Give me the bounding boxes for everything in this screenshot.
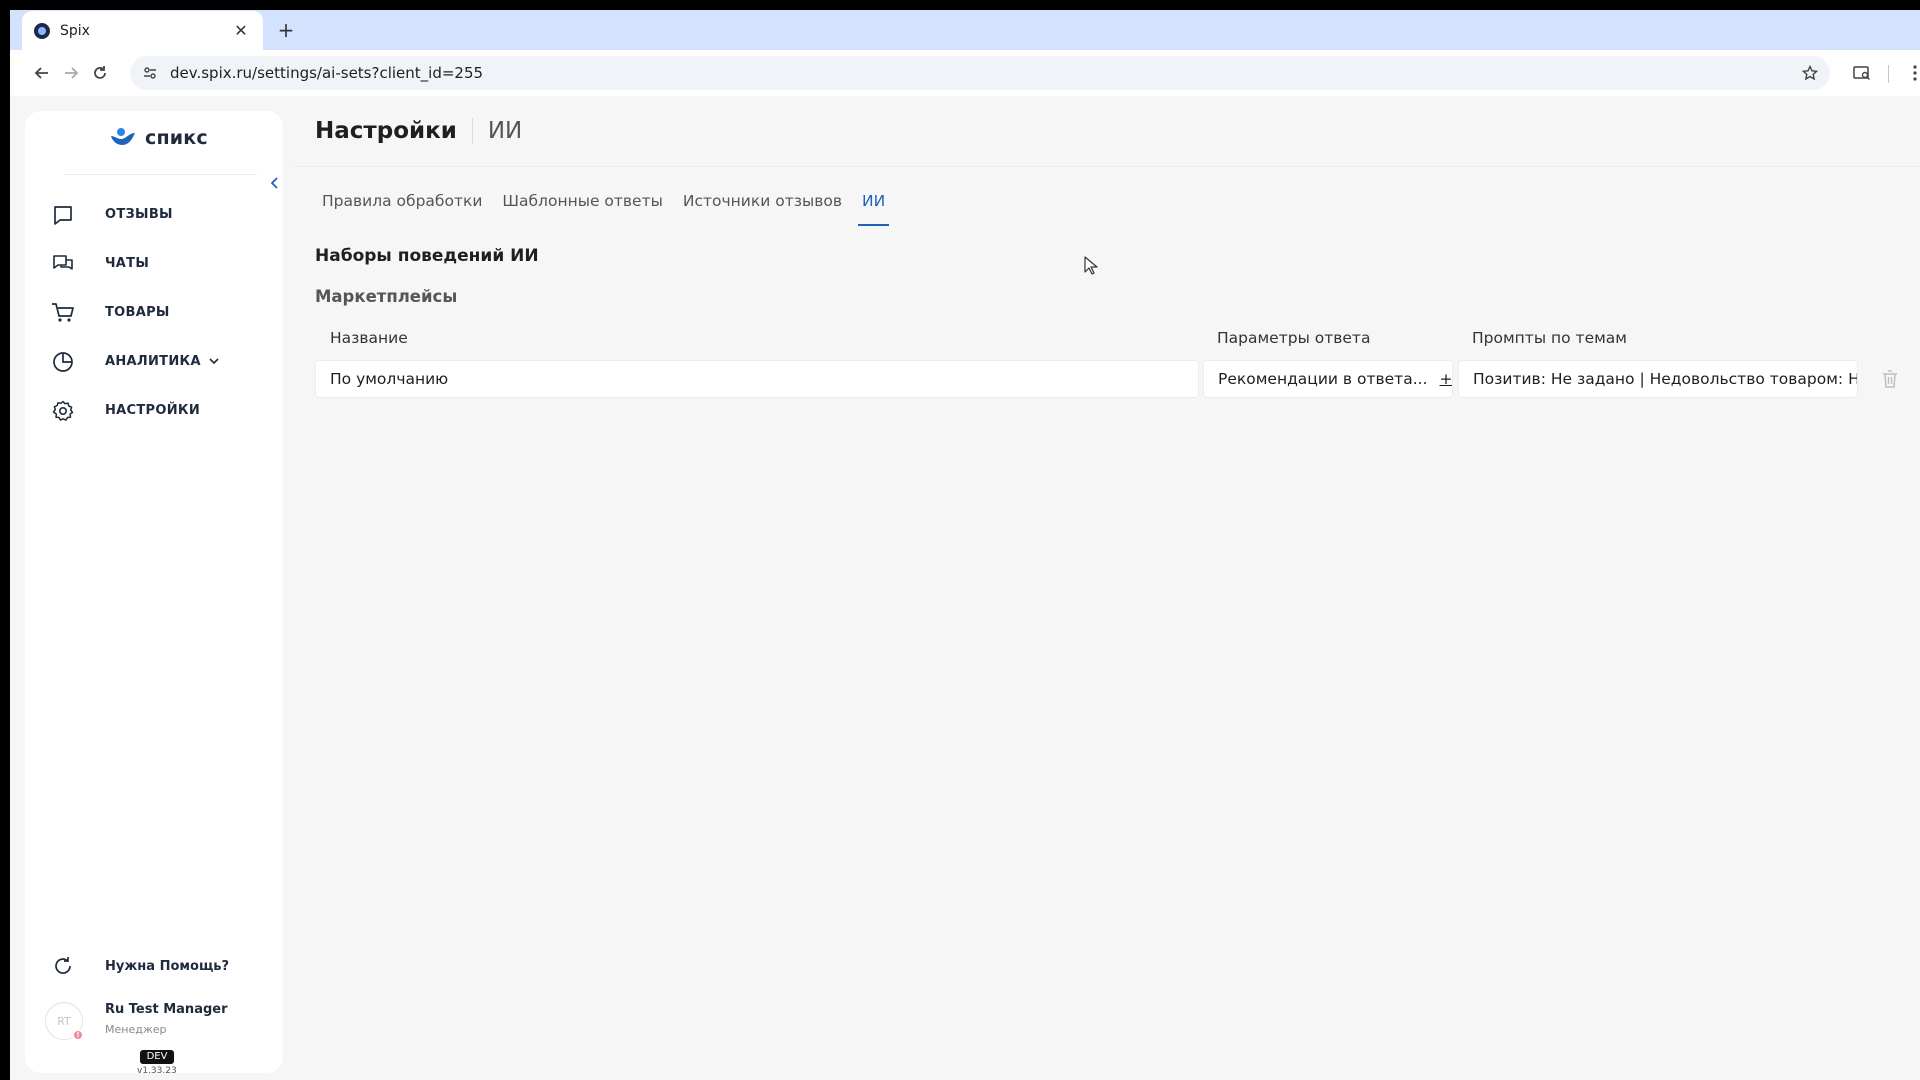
address-bar[interactable]: dev.spix.ru/settings/ai-sets?client_id=2… [130,56,1830,90]
gear-icon [51,399,75,423]
avatar-initials: RT [57,1014,71,1028]
sidebar-item-analytics[interactable]: АНАЛИТИКА [25,337,283,386]
sidebar-item-reviews[interactable]: ОТЗЫВЫ [25,190,283,239]
tab-title: Spix [60,22,90,39]
sidebar-nav: ОТЗЫВЫ ЧАТЫ ТОВАРЫ АНАЛИТИКА НАСТРОЙКИ [25,190,283,435]
chevron-down-icon[interactable] [209,358,219,365]
sidebar-item-label: НАСТРОЙКИ [105,403,201,418]
row-prompts: Позитив: Не задано | Недовольство товаро… [1473,370,1858,388]
tab-review-sources[interactable]: Источники отзывов [683,192,842,226]
header-separator [471,118,473,144]
sidebar-item-label: ТОВАРЫ [105,305,170,320]
site-settings-icon[interactable] [130,65,170,81]
section-subtitle: Маркетплейсы [315,287,458,306]
spix-favicon-icon [34,22,50,39]
browser-toolbar: dev.spix.ru/settings/ai-sets?client_id=2… [10,50,1920,96]
forward-arrow-icon[interactable] [59,61,83,85]
settings-tabs: Правила обработки Шаблонные ответы Источ… [322,192,905,226]
sidebar-item-label: АНАЛИТИКА [105,354,201,369]
alert-badge-icon: ! [72,1029,84,1041]
tab-processing-rules[interactable]: Правила обработки [322,192,482,226]
logo-divider [65,174,257,175]
logo[interactable]: спикс [109,127,208,149]
avatar[interactable]: RT ! [45,1002,84,1041]
section-title: Наборы поведений ИИ [315,246,539,266]
mouse-cursor-icon [1084,256,1100,280]
sidebar-item-label: ОТЗЫВЫ [105,207,173,222]
bookmark-star-icon[interactable] [1790,65,1830,81]
help-refresh-icon [51,954,75,978]
tab-template-replies[interactable]: Шаблонные ответы [502,192,662,226]
delete-trash-icon[interactable] [1880,369,1900,389]
user-profile[interactable]: RT ! Ru Test Manager Менеджер [45,1002,228,1041]
more-menu-icon[interactable] [1903,61,1920,85]
row-name: По умолчанию [330,370,449,388]
sidebar: спикс ОТЗЫВЫ ЧАТЫ ТОВАРЫ АНАЛИТИКА НАСТР… [25,111,283,1076]
env-badge: DEV [140,1050,174,1064]
reviews-icon [51,203,75,227]
chats-icon [51,252,75,276]
params-more-link[interactable]: +4 [1440,370,1453,388]
cart-icon [51,301,75,325]
header-divider [295,166,1920,167]
column-header-name: Название [330,329,408,347]
browser-tabstrip: Spix ✕ + [10,10,1920,50]
sidebar-item-settings[interactable]: НАСТРОЙКИ [25,386,283,435]
sidebar-item-chats[interactable]: ЧАТЫ [25,239,283,288]
page-title: Настройки [315,118,457,144]
reload-icon[interactable] [88,61,112,85]
app-version: v1.33.23 [137,1066,177,1076]
table-cell-params[interactable]: Рекомендации в ответа... +4 [1203,360,1453,398]
close-icon[interactable]: ✕ [231,21,251,40]
row-params: Рекомендации в ответа... [1218,370,1428,388]
page-subtitle: ИИ [487,118,523,144]
tab-ai[interactable]: ИИ [857,192,890,226]
sidebar-item-label: ЧАТЫ [105,256,150,271]
column-header-params: Параметры ответа [1217,329,1371,347]
help-link[interactable]: Нужна Помощь? [51,954,229,978]
spix-bird-icon [111,128,135,145]
back-arrow-icon[interactable] [30,61,54,85]
user-info: Ru Test Manager Менеджер [105,1002,228,1040]
browser-tab[interactable]: Spix ✕ [22,11,263,50]
analytics-icon [51,350,75,374]
user-name: Ru Test Manager [105,1002,228,1017]
help-label: Нужна Помощь? [105,958,230,974]
url-text: dev.spix.ru/settings/ai-sets?client_id=2… [170,64,484,82]
page: спикс ОТЗЫВЫ ЧАТЫ ТОВАРЫ АНАЛИТИКА НАСТР… [10,96,1920,1080]
toolbar-separator [1888,65,1889,83]
new-tab-plus-icon[interactable]: + [274,18,298,42]
page-header: Настройки ИИ [315,118,522,144]
tab-search-icon[interactable] [1850,61,1874,85]
user-role: Менеджер [105,1023,167,1036]
column-header-prompts: Промпты по темам [1472,329,1627,347]
table-cell-name[interactable]: По умолчанию [315,360,1199,398]
logo-text: спикс [145,127,208,149]
table-cell-prompts[interactable]: Позитив: Не задано | Недовольство товаро… [1458,360,1858,398]
sidebar-item-products[interactable]: ТОВАРЫ [25,288,283,337]
